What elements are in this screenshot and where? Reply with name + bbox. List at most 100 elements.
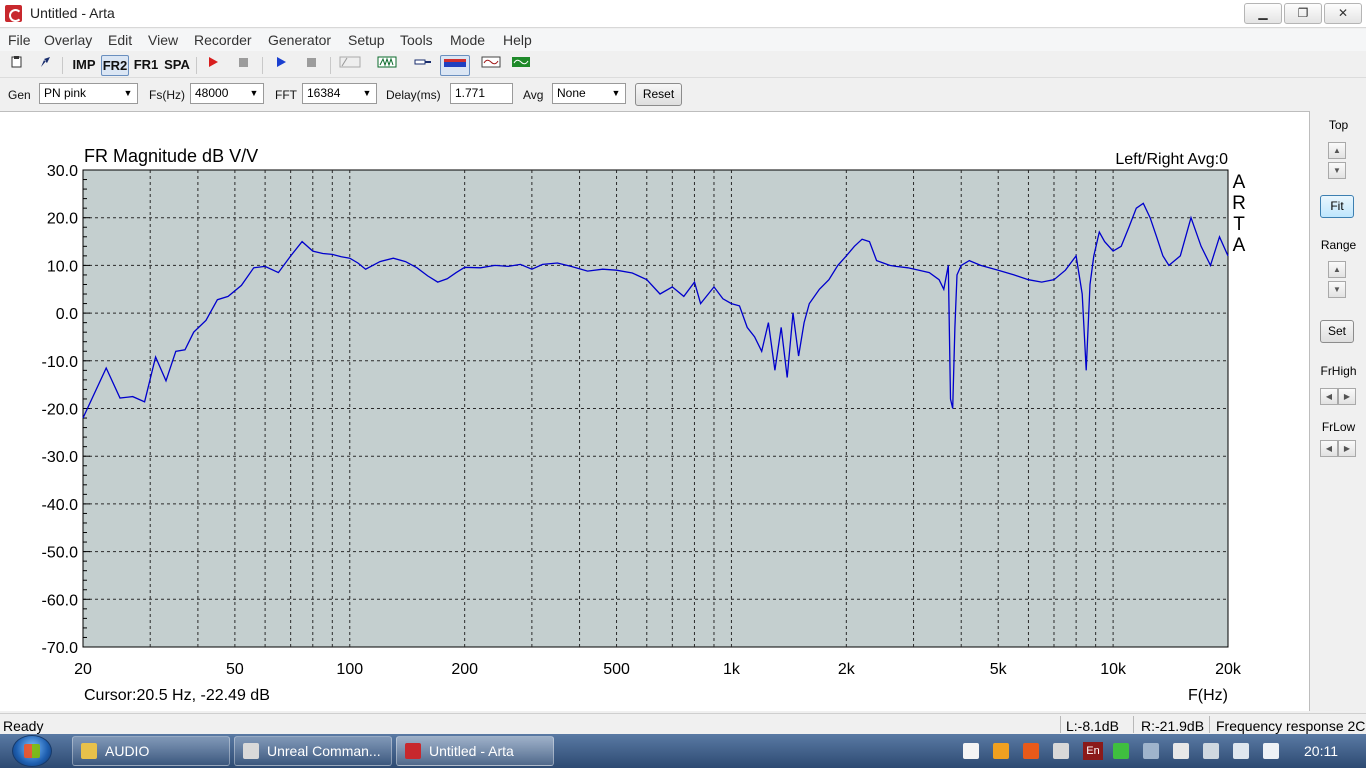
task-audio[interactable]: AUDIO [72,736,230,766]
range-down-arrow-icon[interactable]: ▼ [1328,281,1346,298]
range-label: Range [1320,238,1357,252]
frhigh-left-arrow-icon[interactable]: ◀ [1320,388,1338,405]
volume-icon[interactable] [1263,743,1279,759]
minimize-button[interactable]: ▁ [1244,3,1282,24]
y-tick-label: 30.0 [47,163,78,180]
mode-status: Frequency response 2C [1216,718,1366,734]
menu-edit[interactable]: Edit [108,32,132,48]
taskbar: AUDIO Unreal Comman... Untitled - Arta E… [0,734,1366,768]
task-label: AUDIO [105,743,150,759]
avg-select[interactable]: None ▼ [552,83,626,104]
delay-label: Delay(ms) [386,88,441,102]
fft-label: FFT [275,88,297,102]
generator-select[interactable]: PN pink ▼ [39,83,138,104]
delay-input[interactable]: 1.771 [450,83,513,104]
samplerate-select[interactable]: 48000 ▼ [190,83,264,104]
arta-app-icon [5,5,22,22]
maximize-button[interactable]: ❐ [1284,3,1322,24]
menu-generator[interactable]: Generator [268,32,331,48]
cursor-readout: Cursor:20.5 Hz, -22.49 dB [84,687,270,704]
generator-play-icon[interactable] [272,55,290,76]
close-button[interactable]: ✕ [1324,3,1362,24]
x-tick-label: 500 [603,661,630,678]
y-tick-label: -30.0 [42,449,79,466]
x-tick-label: 2k [838,661,856,678]
fr1-mode-button[interactable]: FR1 [132,55,160,76]
menu-mode[interactable]: Mode [450,32,485,48]
tray-icon[interactable] [1053,743,1069,759]
action-center-flag-icon[interactable] [1173,743,1189,759]
menu-setup[interactable]: Setup [348,32,385,48]
frlow-left-arrow-icon[interactable]: ◀ [1320,440,1338,457]
x-tick-label: 1k [723,661,741,678]
menu-file[interactable]: File [8,32,31,48]
arta-brand-letter: R [1232,193,1246,214]
menu-bar: File Overlay Edit View Recorder Generato… [0,29,1366,51]
toolbar-separator [262,57,263,74]
y-tick-label: -50.0 [42,545,79,562]
sync-tray-icon[interactable] [1113,743,1129,759]
signal-wave-icon[interactable] [480,55,502,76]
menu-tools[interactable]: Tools [400,32,433,48]
network-signal-icon[interactable] [1233,743,1249,759]
y-tick-label: 10.0 [47,258,78,275]
toolbar: IMP FR2 FR1 SPA [0,52,1366,78]
menu-help[interactable]: Help [503,32,532,48]
task-unreal-commander[interactable]: Unreal Comman... [234,736,392,766]
sweep-signal-icon[interactable] [376,55,398,76]
toolbar-separator [62,57,63,74]
menu-overlay[interactable]: Overlay [44,32,92,48]
generator-value: PN pink [44,86,87,100]
abc-calibrate-icon[interactable] [338,55,362,76]
window-title: Untitled - Arta [30,5,115,21]
fr2-mode-button[interactable]: FR2 [101,55,129,76]
fs-label: Fs(Hz) [149,88,185,102]
probe-icon[interactable] [412,55,434,76]
avg-label: Avg [523,88,544,102]
power-tray-icon[interactable] [1203,743,1219,759]
menu-view[interactable]: View [148,32,178,48]
top-label: Top [1328,118,1349,132]
chart-subtitle: Left/Right Avg:0 [1115,151,1228,168]
app-tray-icon[interactable] [993,743,1009,759]
pointer-icon[interactable] [36,55,54,76]
generator-stop-icon[interactable] [302,55,320,76]
y-tick-label: -40.0 [42,497,79,514]
fft-size-select[interactable]: 16384 ▼ [302,83,377,104]
reset-button[interactable]: Reset [635,83,682,106]
set-button[interactable]: Set [1320,320,1354,343]
fit-button[interactable]: Fit [1320,195,1354,218]
top-down-arrow-icon[interactable]: ▼ [1328,162,1346,179]
record-play-icon[interactable] [204,55,222,76]
scope-wave-icon[interactable] [510,55,532,76]
task-arta[interactable]: Untitled - Arta [396,736,554,766]
x-tick-label: 50 [226,661,244,678]
frhigh-right-arrow-icon[interactable]: ▶ [1338,388,1356,405]
status-divider [1209,716,1210,733]
menu-recorder[interactable]: Recorder [194,32,252,48]
clock: 20:11 [1304,743,1338,759]
avg-value: None [557,86,586,100]
top-up-arrow-icon[interactable]: ▲ [1328,142,1346,159]
record-stop-icon[interactable] [234,55,252,76]
new-file-icon[interactable] [8,55,26,76]
frequency-response-chart[interactable]: 30.0 20.0 10.0 0.0 -10.0 -20.0 -30.0 -40.0 -50.0… [0,112,1309,712]
language-indicator[interactable]: En [1083,742,1103,760]
right-level: R:-21.9dB [1141,718,1205,734]
samplerate-value: 48000 [195,86,229,100]
x-tick-label: 20k [1215,661,1242,678]
y-tick-label: -70.0 [42,640,79,657]
impulse-mode-button[interactable]: IMP [70,55,98,76]
spectrum-view-icon[interactable] [440,55,470,76]
arta-brand-letter: A [1233,172,1246,193]
spa-mode-button[interactable]: SPA [163,55,191,76]
start-button-icon[interactable] [12,735,52,767]
media-tray-icon[interactable] [1023,743,1039,759]
range-up-arrow-icon[interactable]: ▲ [1328,261,1346,278]
notification-icon[interactable] [963,743,979,759]
parameter-bar: Gen PN pink ▼ Fs(Hz) 48000 ▼ FFT 16384 ▼… [0,79,1366,111]
dropdown-arrow-icon: ▼ [362,88,372,98]
display-tray-icon[interactable] [1143,743,1159,759]
y-tick-label: -10.0 [42,354,79,371]
frlow-right-arrow-icon[interactable]: ▶ [1338,440,1356,457]
